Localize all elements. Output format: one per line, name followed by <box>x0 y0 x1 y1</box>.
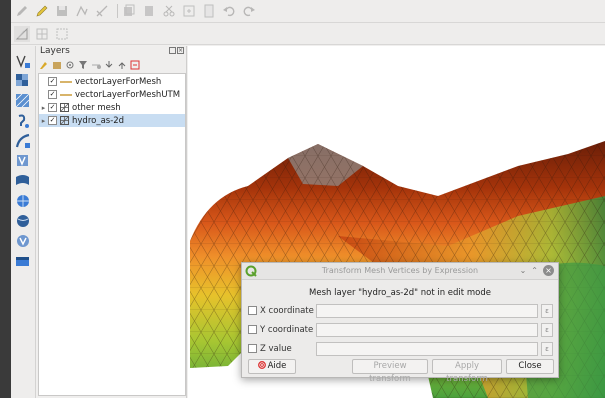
expand-arrow-icon[interactable]: ▸ <box>39 104 48 112</box>
close-icon[interactable]: × <box>543 265 554 276</box>
mesh-edit-icon[interactable] <box>14 25 30 42</box>
float-panel-icon[interactable] <box>169 47 176 54</box>
help-button-label: Aide <box>267 361 287 371</box>
x-coordinate-row: X coordinate ε <box>248 303 554 318</box>
panel-controls: × <box>169 47 184 54</box>
layers-panel: Layers × ✓ vectorLayerForMesh ✓ vectorLa… <box>37 46 187 398</box>
save-layer-icon[interactable] <box>54 3 70 19</box>
editing-toolbar <box>11 0 605 23</box>
pencil-icon[interactable] <box>14 3 30 19</box>
x-coordinate-expression-input[interactable] <box>316 303 538 318</box>
layer-visibility-checkbox[interactable]: ✓ <box>48 103 57 112</box>
layer-name: vectorLayerForMeshUTM <box>75 89 181 100</box>
add-wms-layer-icon[interactable] <box>14 172 31 189</box>
layers-tree: ✓ vectorLayerForMesh ✓ vectorLayerForMes… <box>38 73 186 396</box>
mesh-grid-icon[interactable] <box>34 26 50 42</box>
undo-icon[interactable] <box>221 3 237 19</box>
line-layer-icon <box>60 80 72 83</box>
z-expression-builder-icon[interactable]: ε <box>541 341 553 356</box>
z-value-row: Z value ε <box>248 341 554 356</box>
add-mesh-layer-icon[interactable] <box>14 92 31 109</box>
filter-by-expression-icon[interactable] <box>91 60 101 70</box>
layer-visibility-checkbox[interactable]: ✓ <box>48 116 57 125</box>
toolbar-separator <box>117 4 118 18</box>
add-arcgis-layer-icon[interactable] <box>14 232 31 249</box>
layer-row-vectorlayerformesh[interactable]: ✓ vectorLayerForMesh <box>39 75 185 88</box>
y-coordinate-row: Y coordinate ε <box>248 322 554 337</box>
x-expression-builder-icon[interactable]: ε <box>541 303 553 318</box>
cut-icon[interactable] <box>161 3 177 19</box>
window-buttons: ⌄ ⌃ × <box>520 265 554 276</box>
duplicate-icon[interactable] <box>181 3 197 19</box>
x-coordinate-label: X coordinate <box>248 306 316 316</box>
digitize-icon[interactable] <box>74 3 90 19</box>
layer-row-vectorlayerformeshutm[interactable]: ✓ vectorLayerForMeshUTM <box>39 88 185 101</box>
manage-map-themes-icon[interactable] <box>65 60 75 70</box>
add-vector-layer-icon[interactable] <box>14 52 31 69</box>
z-value-label: Z value <box>248 344 316 354</box>
close-button[interactable]: Close <box>506 359 554 374</box>
remove-layer-icon[interactable] <box>130 60 140 70</box>
y-expression-builder-icon[interactable]: ε <box>541 322 553 337</box>
layers-toolbar <box>39 58 140 72</box>
line-layer-icon <box>60 93 72 96</box>
qgis-window: Layers × ✓ vectorLayerForMesh ✓ vectorLa… <box>11 0 605 398</box>
dialog-titlebar[interactable]: Transform Mesh Vertices by Expression ⌄ … <box>242 263 558 280</box>
layer-name: hydro_as-2d <box>72 115 125 126</box>
dialog-title: Transform Mesh Vertices by Expression <box>321 266 479 275</box>
preview-transform-button[interactable]: Preview transform <box>352 359 428 384</box>
screen-edge <box>0 0 11 398</box>
mesh-layer-icon <box>60 103 69 112</box>
minimize-icon[interactable]: ⌄ <box>520 266 527 275</box>
transform-mesh-dialog: Transform Mesh Vertices by Expression ⌄ … <box>241 262 559 384</box>
mesh-select-icon[interactable] <box>54 26 70 42</box>
paste-icon[interactable] <box>141 3 157 19</box>
collapse-all-icon[interactable] <box>117 60 127 70</box>
add-delimited-text-icon[interactable] <box>14 112 31 129</box>
copy-icon[interactable] <box>121 3 137 19</box>
x-coordinate-checkbox[interactable] <box>248 306 257 315</box>
layer-name: other mesh <box>72 102 121 113</box>
add-wcs-layer-icon[interactable] <box>14 212 31 229</box>
edit-mode-message: Mesh layer "hydro_as-2d" not in edit mod… <box>309 288 491 298</box>
open-layer-styling-icon[interactable] <box>39 60 49 70</box>
layers-panel-title: Layers <box>40 46 70 56</box>
maximize-icon[interactable]: ⌃ <box>531 266 538 275</box>
y-coordinate-text: Y coordinate <box>260 324 314 335</box>
y-coordinate-label: Y coordinate <box>248 325 316 335</box>
mesh-layer-icon <box>60 116 69 125</box>
z-value-checkbox[interactable] <box>248 344 257 353</box>
layer-row-other-mesh[interactable]: ▸ ✓ other mesh <box>39 101 185 114</box>
expand-arrow-icon[interactable]: ▸ <box>39 117 48 125</box>
add-virtual-layer-icon[interactable] <box>14 152 31 169</box>
layer-visibility-checkbox[interactable]: ✓ <box>48 77 57 86</box>
x-coordinate-text: X coordinate <box>260 305 314 316</box>
add-spatialite-icon[interactable] <box>14 132 31 149</box>
close-panel-icon[interactable]: × <box>177 47 184 54</box>
layer-name: vectorLayerForMesh <box>75 76 162 87</box>
redo-icon[interactable] <box>241 3 257 19</box>
vertex-tool-icon[interactable] <box>94 3 110 19</box>
z-value-text: Z value <box>260 343 292 354</box>
layer-row-hydro-as-2d[interactable]: ▸ ✓ hydro_as-2d <box>39 114 185 127</box>
expand-all-icon[interactable] <box>104 60 114 70</box>
mesh-toolbar <box>11 23 605 45</box>
help-icon <box>257 361 266 369</box>
z-value-expression-input[interactable] <box>316 341 538 356</box>
page-icon[interactable] <box>201 3 217 19</box>
layer-visibility-checkbox[interactable]: ✓ <box>48 90 57 99</box>
data-source-toolbar <box>11 46 36 398</box>
apply-transform-button[interactable]: Apply transform <box>432 359 502 384</box>
add-group-icon[interactable] <box>52 60 62 70</box>
help-button[interactable]: Aide <box>248 359 296 374</box>
edit-pencil-icon[interactable] <box>34 3 50 19</box>
add-raster-layer-icon[interactable] <box>14 72 31 89</box>
y-coordinate-checkbox[interactable] <box>248 325 257 334</box>
add-annotation-layer-icon[interactable] <box>14 252 31 269</box>
add-wfs-layer-icon[interactable] <box>14 192 31 209</box>
filter-legend-icon[interactable] <box>78 60 88 70</box>
y-coordinate-expression-input[interactable] <box>316 322 538 337</box>
